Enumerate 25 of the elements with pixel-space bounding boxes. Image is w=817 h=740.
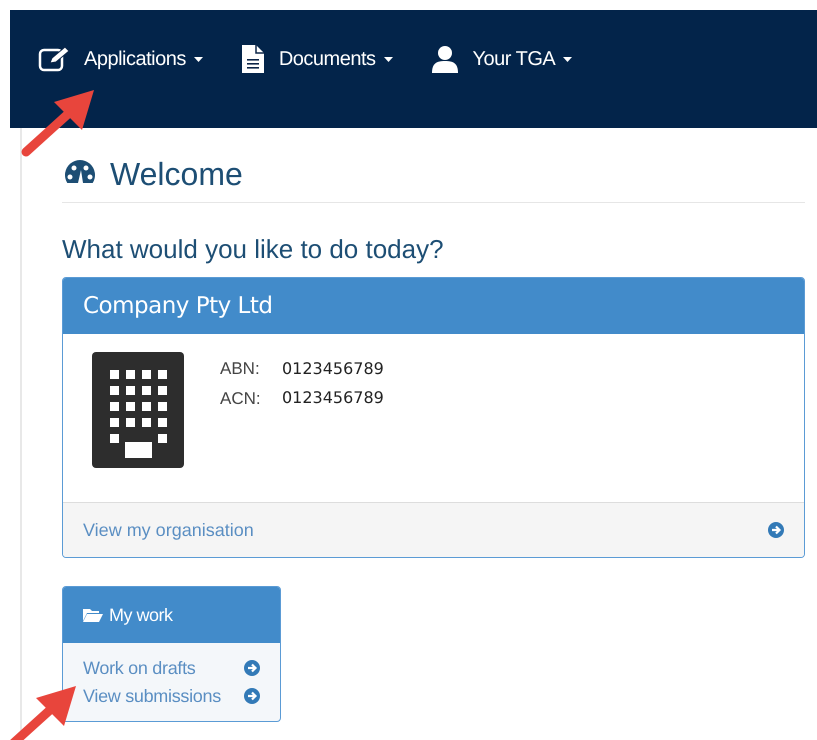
nav-menu-link[interactable]: Applications — [38, 44, 203, 74]
card-title: My work — [109, 604, 172, 627]
field-label: ACN: — [220, 388, 262, 410]
circle-arrow-icon — [768, 522, 784, 538]
nav-menu-link[interactable]: Your TGA — [430, 44, 572, 74]
folder-icon — [83, 608, 103, 622]
caret-icon — [563, 56, 572, 62]
nav-label: Applications — [84, 47, 186, 72]
user-icon — [430, 45, 458, 73]
circle-arrow-icon — [244, 688, 260, 704]
caret-icon — [384, 56, 392, 62]
nav-label: Documents — [278, 47, 376, 72]
field-value: 0123456789 — [282, 358, 384, 380]
building-icon — [92, 352, 184, 468]
circle-arrow-icon — [244, 660, 260, 676]
page-question: What would you like to do today? — [62, 233, 445, 265]
page-title: Welcome — [110, 156, 243, 192]
field-label: ABN: — [220, 358, 261, 380]
nav-menu-link[interactable]: Documents — [240, 44, 392, 74]
caret-icon — [194, 56, 203, 62]
field-value: 0123456789 — [282, 387, 384, 410]
edit-icon — [38, 46, 70, 72]
nav-label: Your TGA — [472, 47, 556, 72]
company-name: Company Pty Ltd — [83, 292, 272, 321]
document-icon — [240, 44, 265, 74]
